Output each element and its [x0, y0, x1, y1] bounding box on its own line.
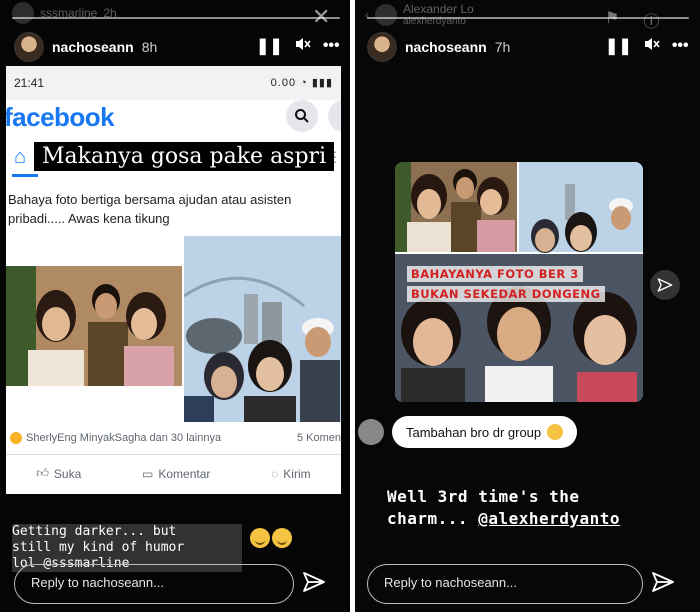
story-panel-left: sssmarline 2h ✕ nachoseann 8h ❚❚ ••• 21:…	[0, 0, 350, 612]
post-photo-left	[6, 266, 182, 386]
caption-line: Well 3rd time's the	[387, 487, 580, 506]
status-time: 21:41	[14, 76, 45, 90]
story-author[interactable]: nachoseann 8h	[14, 32, 157, 62]
collage-subheadline: BUKAN SEKEDAR DONGENG	[407, 286, 605, 302]
avatar[interactable]	[367, 32, 397, 62]
reply-bubble: Tambahan bro dr group	[392, 416, 578, 448]
home-icon: ⌂	[14, 146, 27, 168]
haha-reaction-icon	[10, 432, 22, 444]
previous-story-header: sssmarline 2h	[12, 2, 117, 24]
post-text: Bahaya foto bertiga bersama ajudan atau …	[8, 192, 292, 226]
post-photo-right	[184, 236, 341, 422]
ghost-username: Alexander Lo	[403, 2, 474, 16]
post-actions: 👍︎ Suka ▭ Komentar ◌ Kirim	[6, 466, 341, 481]
share-icon[interactable]	[650, 270, 680, 300]
avatar	[12, 2, 34, 24]
messenger-share-icon: ◌	[271, 466, 279, 481]
caption-line: charm... @alexherdyanto	[387, 509, 621, 528]
reply-input[interactable]: Reply to nachoseann...	[367, 564, 643, 604]
collage-photo	[395, 162, 643, 402]
collage-headline: BAHAYANYA FOTO BER 3	[407, 266, 583, 282]
info-icon: ⓘ	[643, 14, 660, 31]
mute-icon[interactable]	[295, 37, 311, 56]
thumbs-up-icon: 👍︎	[36, 466, 49, 480]
divider	[6, 454, 341, 455]
previous-story-header: ‹ Alexander Lo alexherdyanto	[365, 2, 474, 27]
mute-icon[interactable]	[644, 37, 660, 56]
grin-emoji-icon	[272, 528, 292, 548]
story-controls: ❚❚ •••	[605, 36, 689, 56]
like-action: 👍︎ Suka	[36, 466, 82, 481]
shared-post-collage[interactable]: BAHAYANYA FOTO BER 3 BUKAN SEKEDAR DONGE…	[395, 162, 643, 402]
story-controls: ❚❚ •••	[256, 36, 340, 56]
avatar	[358, 419, 384, 445]
flag-icon: ⚑	[605, 8, 619, 32]
share-action: ◌ Kirim	[271, 466, 311, 481]
story-progress-bar	[12, 17, 340, 19]
story-progress-bar	[367, 17, 689, 19]
post-time: 8h	[141, 39, 158, 55]
reactions-text: SherlyEng MinyakSagha dan 30 lainnya	[26, 432, 222, 444]
awkward-emoji-icon	[547, 424, 564, 440]
search-icon	[286, 100, 318, 132]
quoted-reply: Tambahan bro dr group	[358, 416, 578, 448]
story-panel-right: ‹ Alexander Lo alexherdyanto ⚑ ⓘ nachose…	[355, 0, 700, 612]
send-icon[interactable]	[302, 570, 326, 599]
messenger-icon	[328, 100, 341, 132]
grin-emoji-icon	[250, 528, 270, 548]
facebook-screenshot: 21:41 0.00 ◔ ▮▮▮ facebook ⌂ ☰ Makanya go…	[6, 66, 341, 494]
comment-icon: ▭	[142, 466, 154, 481]
comment-action: ▭ Komentar	[142, 466, 211, 481]
phone-status-bar: 21:41 0.00 ◔ ▮▮▮	[6, 66, 341, 100]
reply-input[interactable]: Reply to nachoseann...	[14, 564, 294, 604]
send-icon[interactable]	[651, 570, 675, 599]
caption-line: Getting darker... but	[12, 524, 242, 540]
reply-text: Tambahan bro dr group	[406, 424, 542, 440]
back-arrow-icon: ‹	[365, 7, 369, 22]
post-time: 7h	[494, 39, 511, 55]
username[interactable]: nachoseann	[405, 39, 487, 55]
more-options-icon[interactable]: •••	[672, 37, 689, 55]
ghost-header-icons: ⚑ ⓘ	[605, 8, 659, 32]
avatar	[375, 3, 397, 26]
overlay-caption: Makanya gosa pake aspri	[34, 142, 335, 171]
avatar[interactable]	[14, 32, 44, 62]
mention-link[interactable]: @alexherdyanto	[478, 509, 620, 528]
active-tab-indicator	[12, 174, 38, 177]
pause-icon[interactable]: ❚❚	[256, 36, 283, 56]
comments-count: 5 Komen	[296, 432, 341, 444]
story-author[interactable]: nachoseann 7h	[367, 32, 510, 62]
facebook-logo: facebook	[6, 102, 115, 132]
more-options-icon[interactable]: •••	[323, 37, 340, 55]
username[interactable]: nachoseann	[52, 39, 134, 55]
grinning-emoji-pair	[250, 528, 292, 548]
caption-line: still my kind of humor	[12, 540, 242, 556]
pause-icon[interactable]: ❚❚	[605, 36, 632, 56]
story-caption: Well 3rd time's the charm... @alexherdya…	[387, 486, 620, 530]
reactions-summary: SherlyEng MinyakSagha dan 30 lainnya	[10, 432, 221, 444]
status-signal: 0.00 ◔ ▮▮▮	[270, 77, 333, 89]
